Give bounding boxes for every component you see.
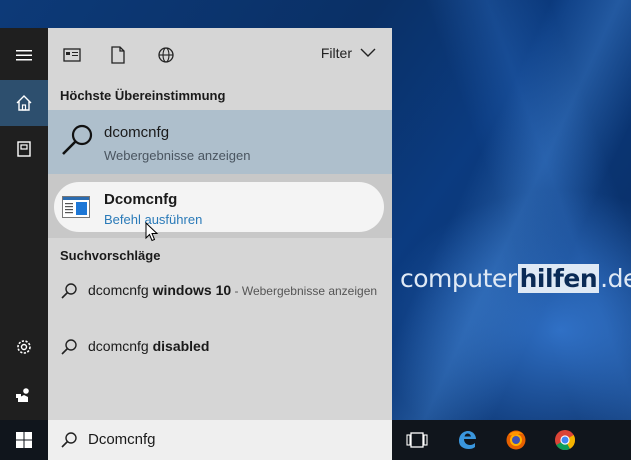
suggestion-text: dcomcnfg windows 10 - Webergebnisse anze…	[88, 280, 378, 301]
search-icon	[61, 283, 77, 299]
suggestion-bold-term: windows 10	[152, 282, 232, 298]
firefox-icon	[506, 430, 526, 450]
task-view-icon	[406, 432, 428, 448]
run-command-result[interactable]: Dcomcnfg Befehl ausführen	[54, 182, 384, 232]
search-results-panel: Filter Höchste Übereinstimmung dcomcnfg …	[48, 28, 392, 420]
notebook-button[interactable]	[0, 126, 48, 172]
web-filter-button[interactable]	[156, 45, 176, 65]
task-view-button[interactable]	[405, 428, 429, 452]
suggestion-item[interactable]: dcomcnfg disabled	[48, 336, 392, 358]
edge-icon	[459, 431, 476, 449]
home-icon	[16, 95, 32, 111]
taskbar: Dcomcnfg	[0, 420, 631, 460]
feedback-button[interactable]	[0, 372, 48, 418]
chevron-down-icon	[360, 48, 376, 57]
windows-start-icon	[16, 432, 32, 448]
best-match-title: dcomcnfg	[104, 124, 170, 141]
settings-button[interactable]	[0, 324, 48, 370]
start-rail	[0, 28, 48, 420]
filter-label: Filter	[320, 45, 352, 61]
suggestion-note: - Webergebnisse anzeigen	[231, 284, 378, 298]
wallpaper-light-beam-2	[392, 0, 631, 420]
app-result-title: Dcomcnfg	[104, 191, 178, 208]
best-match-web-result[interactable]: dcomcnfg Webergebnisse anzeigen	[48, 110, 392, 174]
documents-filter-button[interactable]	[108, 45, 128, 65]
feedback-icon	[16, 388, 29, 402]
edge-taskbar-button[interactable]	[455, 428, 479, 452]
search-icon	[61, 339, 77, 355]
watermark-part-1: computer	[400, 263, 517, 293]
watermark-logo: computer hilfen .de	[400, 262, 631, 294]
watermark-part-3: .de	[600, 263, 631, 293]
taskbar-search-box[interactable]: Dcomcnfg	[48, 420, 392, 460]
documents-filter-icon	[111, 46, 125, 64]
component-services-icon	[62, 196, 90, 218]
notebook-icon	[17, 141, 31, 157]
home-button[interactable]	[0, 80, 48, 126]
search-icon	[62, 124, 93, 155]
suggestion-prefix: dcomcnfg	[88, 338, 153, 354]
best-match-subtitle: Webergebnisse anzeigen	[104, 148, 251, 163]
chrome-taskbar-button[interactable]	[553, 428, 577, 452]
apps-filter-button[interactable]	[62, 45, 82, 65]
settings-gear-icon	[17, 340, 31, 354]
hamburger-menu-icon	[16, 50, 32, 61]
filter-dropdown[interactable]: Filter	[321, 45, 376, 61]
search-icon	[61, 432, 77, 448]
search-input[interactable]: Dcomcnfg	[88, 431, 156, 448]
results-filter-bar: Filter	[48, 28, 392, 80]
suggestion-item[interactable]: dcomcnfg windows 10 - Webergebnisse anze…	[48, 280, 392, 322]
app-result-row: Dcomcnfg Befehl ausführen	[48, 174, 392, 238]
web-filter-icon	[158, 47, 174, 63]
mouse-cursor-icon	[145, 222, 159, 242]
watermark-part-2: hilfen	[517, 263, 600, 293]
firefox-taskbar-button[interactable]	[504, 428, 528, 452]
chrome-icon	[555, 430, 576, 451]
suggestion-text: dcomcnfg disabled	[88, 336, 378, 356]
suggestion-bold-term: disabled	[152, 338, 210, 354]
apps-filter-icon	[63, 48, 81, 62]
hamburger-menu-button[interactable]	[0, 32, 48, 78]
start-button[interactable]	[0, 420, 48, 460]
suggestion-prefix: dcomcnfg	[88, 282, 153, 298]
suggestions-heading: Suchvorschläge	[60, 248, 161, 263]
best-match-heading: Höchste Übereinstimmung	[60, 88, 226, 103]
